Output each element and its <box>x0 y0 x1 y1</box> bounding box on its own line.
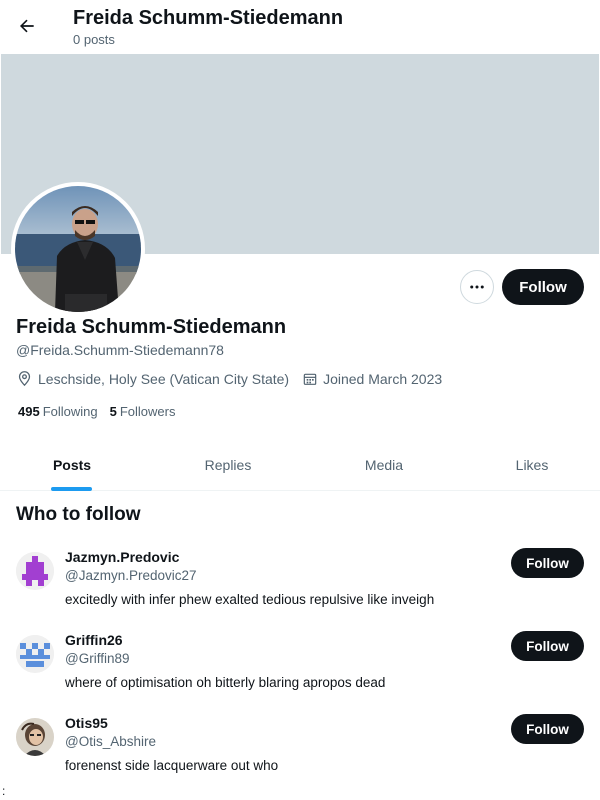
follow-button[interactable]: Follow <box>511 548 584 578</box>
tab-replies[interactable]: Replies <box>188 440 268 490</box>
profile-tabs: Posts Replies Media Likes <box>0 440 600 491</box>
suggestion-item[interactable]: Otis95 @Otis_Abshire forenenst side lacq… <box>0 714 600 796</box>
profile-photo <box>15 186 141 312</box>
arrow-left-icon <box>20 19 34 33</box>
joined-text: Joined March 2023 <box>323 370 443 387</box>
back-button[interactable] <box>10 9 44 43</box>
identicon-avatar <box>16 552 54 590</box>
profile-avatar[interactable] <box>11 182 145 316</box>
suggestion-name[interactable]: Jazmyn.Predovic <box>65 549 179 565</box>
avatar[interactable] <box>16 552 54 590</box>
profile-name: Freida Schumm-Stiedemann <box>16 316 287 338</box>
suggestion-bio: forenenst side lacquerware out who <box>65 758 279 773</box>
suggestion-handle: @Otis_Abshire <box>65 734 156 749</box>
post-count: 0 posts <box>73 32 115 47</box>
suggestion-item[interactable]: Griffin26 @Griffin89 where of optimisati… <box>0 631 600 713</box>
following-label: Following <box>42 404 98 419</box>
location-pin-icon <box>18 371 31 387</box>
following-link[interactable]: 495 Following <box>18 404 98 419</box>
suggestion-bio: excitedly with infer phew exalted tediou… <box>65 592 435 607</box>
avatar[interactable] <box>16 718 54 756</box>
follow-button[interactable]: Follow <box>502 269 584 305</box>
suggestion-name[interactable]: Otis95 <box>65 715 108 731</box>
tab-media[interactable]: Media <box>344 440 424 490</box>
calendar-icon <box>303 373 317 385</box>
follow-stats: 495 Following 5 Followers <box>18 404 187 419</box>
more-options-button[interactable] <box>460 270 494 304</box>
who-to-follow-title: Who to follow <box>16 504 141 525</box>
location-item: Leschside, Holy See (Vatican City State) <box>16 370 289 387</box>
following-count: 495 <box>18 404 40 419</box>
photo-avatar <box>16 718 54 756</box>
active-tab-indicator <box>51 487 92 491</box>
joined-item: Joined March 2023 <box>302 371 442 387</box>
more-horizontal-icon <box>470 285 484 289</box>
suggestion-handle: @Jazmyn.Predovic27 <box>65 568 197 583</box>
suggestion-item[interactable]: Jazmyn.Predovic @Jazmyn.Predovic27 excit… <box>0 548 600 630</box>
followers-link[interactable]: 5 Followers <box>110 404 176 419</box>
followers-count: 5 <box>109 404 117 419</box>
followers-label: Followers <box>119 404 176 419</box>
tab-likes[interactable]: Likes <box>492 440 572 490</box>
suggestion-bio: where of optimisation oh bitterly blarin… <box>65 675 386 690</box>
profile-handle: @Freida.Schumm-Stiedemann78 <box>16 342 224 358</box>
tab-posts[interactable]: Posts <box>32 440 112 490</box>
follow-button[interactable]: Follow <box>511 631 584 661</box>
identicon-avatar <box>16 635 54 673</box>
top-bar: Freida Schumm-Stiedemann 0 posts <box>0 0 600 54</box>
avatar[interactable] <box>16 635 54 673</box>
location-text: Leschside, Holy See (Vatican City State) <box>38 370 290 387</box>
suggestion-handle: @Griffin89 <box>65 651 130 666</box>
stray-character: : <box>2 784 6 798</box>
follow-button[interactable]: Follow <box>511 714 584 744</box>
profile-meta: Leschside, Holy See (Vatican City State)… <box>16 370 455 387</box>
header-title: Freida Schumm-Stiedemann <box>73 7 344 29</box>
suggestion-name[interactable]: Griffin26 <box>65 632 123 648</box>
